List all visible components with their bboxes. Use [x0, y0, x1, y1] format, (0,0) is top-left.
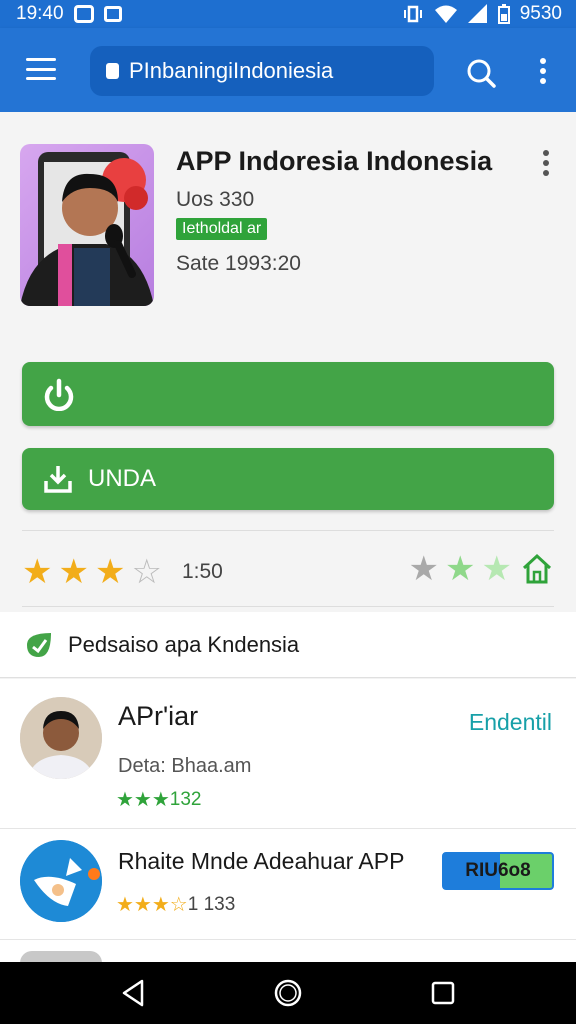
list-item-title: Rhaite Mnde Adeahuar APP: [118, 848, 405, 874]
wifi-icon: [434, 5, 457, 23]
home-outline-icon[interactable]: [520, 552, 554, 586]
secondary-rating[interactable]: ★ ★ ★: [409, 552, 554, 586]
avatar: [20, 697, 102, 779]
star-icon: ★★★☆: [116, 894, 188, 916]
recents-icon[interactable]: [428, 978, 458, 1008]
list-item-rating-text: 132: [169, 788, 202, 810]
notification-icon-2: [103, 6, 122, 22]
divider: [22, 606, 554, 607]
section-badge-icon: [27, 632, 51, 657]
status-right-text: 9530: [519, 3, 562, 24]
list-item-title: APr'iar: [118, 701, 199, 731]
star-icon: ★: [408, 550, 440, 588]
rating-count: 1:50: [181, 560, 223, 583]
app-bar: PInbaningiIndoniesia: [0, 28, 576, 112]
list-item-rating-text: 1 133: [187, 893, 236, 915]
app-title: APP Indoresia Indonesia: [176, 146, 493, 176]
status-time: 19:40: [16, 3, 64, 24]
status-bar: 19:40 9530: [0, 0, 576, 28]
star-icon: ★: [22, 553, 53, 591]
home-icon[interactable]: [273, 978, 303, 1008]
app-header: APP Indoresia Indonesia Uos 330 Ietholda…: [0, 112, 576, 612]
menu-icon[interactable]: [26, 58, 56, 80]
app-tag: Ietholdal ar: [176, 218, 268, 240]
back-icon[interactable]: [118, 978, 148, 1008]
section-header: Pedsaiso apa Kndensia: [0, 612, 576, 678]
notification-icon: [73, 5, 94, 23]
download-icon: [44, 466, 72, 493]
star-icon: ★★★: [116, 789, 170, 811]
list-item-rating: ★★★ 132: [116, 787, 202, 812]
star-icon: ★: [445, 550, 476, 588]
search-text: PInbaningiIndoniesia: [129, 58, 334, 83]
app-list: APr'iar Endentil Deta: Bhaa.am ★★★ 132 R…: [0, 679, 576, 963]
search-input[interactable]: PInbaningiIndoniesia: [90, 46, 434, 96]
section-title: Pedsaiso apa Kndensia: [68, 631, 300, 657]
download-label: UNDA: [88, 465, 157, 492]
app-more-icon[interactable]: [543, 150, 549, 176]
star-outline-icon: ☆: [131, 553, 162, 591]
primary-action-button[interactable]: [22, 362, 554, 426]
divider: [22, 530, 554, 531]
app-logo: [20, 840, 102, 922]
app-subtitle: Uos 330: [176, 188, 255, 211]
star-icon: ★: [58, 553, 89, 591]
app-size: Sate 1993:20: [176, 252, 301, 275]
list-item-subtitle: Deta: Bhaa.am: [118, 755, 252, 777]
list-item-action[interactable]: Endentil: [469, 709, 552, 736]
star-icon: ★: [481, 550, 512, 588]
list-item[interactable]: APr'iar Endentil Deta: Bhaa.am ★★★ 132: [0, 679, 576, 829]
star-icon: ★: [94, 553, 126, 591]
list-item[interactable]: Rhaite Mnde Adeahuar APP RIU6o8 ★★★☆ 1 1…: [0, 830, 576, 940]
app-icon: [20, 144, 154, 306]
power-icon: [44, 378, 74, 411]
rating-row: ★ ★ ★ ☆ 1:50 ★ ★ ★: [22, 550, 554, 594]
search-icon[interactable]: [466, 58, 496, 88]
lock-icon: [106, 63, 119, 79]
list-item-rating: ★★★☆ 1 133: [116, 892, 235, 917]
signal-icon: [467, 4, 487, 23]
battery-icon: [497, 4, 510, 24]
list-item-badge[interactable]: RIU6o8: [442, 852, 554, 890]
vibrate-icon: [403, 5, 422, 23]
navigation-bar: [0, 962, 576, 1024]
more-vert-icon[interactable]: [540, 58, 546, 84]
download-button[interactable]: UNDA: [22, 448, 554, 510]
